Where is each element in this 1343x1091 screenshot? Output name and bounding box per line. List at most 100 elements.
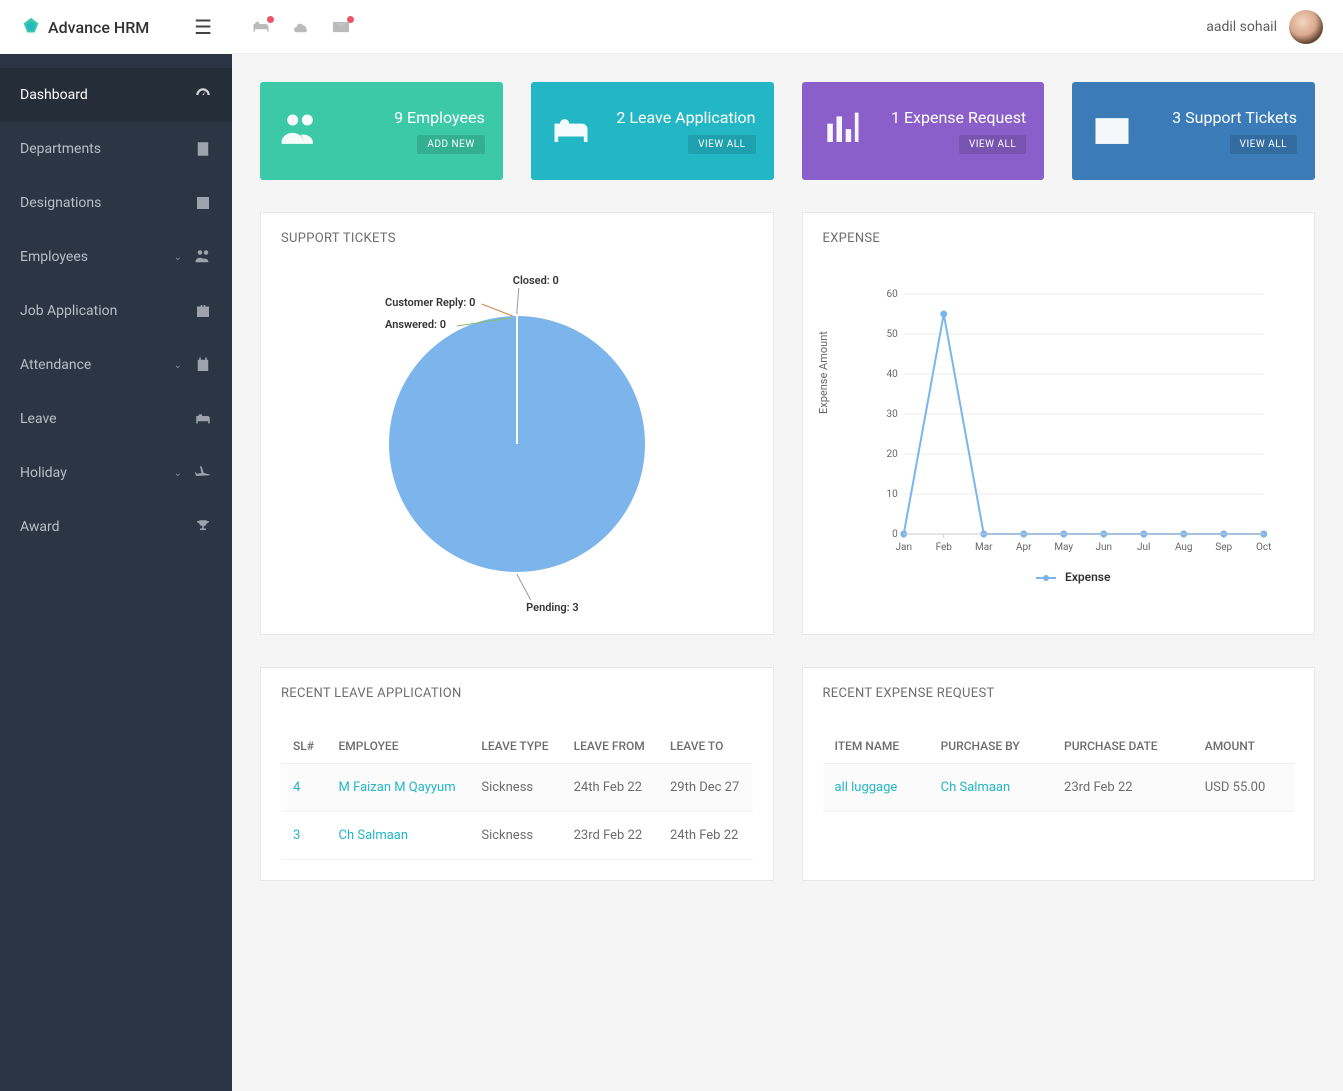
topbar-envelope-icon[interactable]	[332, 20, 350, 34]
avatar[interactable]	[1289, 10, 1323, 44]
svg-text:30: 30	[886, 409, 898, 420]
logo-section: Advance HRM ☰	[0, 0, 232, 54]
table-cell: 24th Feb 22	[658, 812, 753, 860]
stat-action-button[interactable]: VIEW ALL	[688, 135, 755, 154]
id-icon	[194, 194, 212, 212]
trophy-icon	[194, 518, 212, 536]
sidebar-item-label: Departments	[20, 141, 194, 157]
table-cell: 24th Feb 22	[562, 764, 658, 812]
chevron-down-icon: ⌄	[174, 252, 182, 263]
calendar-icon	[194, 356, 212, 374]
table-link[interactable]: all luggage	[835, 780, 898, 795]
recent-expense-panel: RECENT EXPENSE REQUEST ITEM NAMEPURCHASE…	[802, 667, 1316, 881]
table-header: AMOUNT	[1193, 729, 1294, 764]
table-header: LEAVE FROM	[562, 729, 658, 764]
sidebar-item-label: Holiday	[20, 465, 174, 481]
expense-line-chart: Expense Amount 0102030405060JanFebMarApr…	[823, 274, 1295, 614]
table-header: LEAVE TO	[658, 729, 753, 764]
panel-title: SUPPORT TICKETS	[261, 213, 773, 264]
pie-label-answered: Answered: 0	[385, 318, 446, 331]
sidebar-item-job-application[interactable]: Job Application	[0, 284, 232, 338]
sidebar-item-label: Leave	[20, 411, 194, 427]
stat-title: 3 Support Tickets	[1150, 108, 1297, 127]
table-cell: 23rd Feb 22	[562, 812, 658, 860]
users-icon	[194, 248, 212, 266]
plane-icon	[194, 464, 212, 482]
svg-text:50: 50	[886, 329, 898, 340]
table-cell: all luggage	[823, 764, 929, 812]
pie-label-customer-reply: Customer Reply: 0	[385, 296, 475, 309]
table-header: SL#	[281, 729, 327, 764]
recent-leave-panel: RECENT LEAVE APPLICATION SL#EMPLOYEELEAV…	[260, 667, 774, 881]
sidebar-item-label: Designations	[20, 195, 194, 211]
svg-text:Jun: Jun	[1095, 542, 1112, 553]
stat-action-button[interactable]: VIEW ALL	[959, 135, 1026, 154]
table-row: all luggage Ch Salmaan 23rd Feb 22USD 55.0…	[823, 764, 1295, 812]
brand-logo-icon	[20, 16, 42, 38]
table-cell: M Faizan M Qayyum	[327, 764, 470, 812]
sidebar-item-departments[interactable]: Departments	[0, 122, 232, 176]
pie-label-pending: Pending: 3	[526, 601, 579, 614]
svg-text:20: 20	[886, 449, 898, 460]
table-cell: 23rd Feb 22	[1052, 764, 1193, 812]
legend-marker-icon	[1036, 577, 1056, 579]
notification-dot	[347, 16, 354, 23]
table-header: PURCHASE DATE	[1052, 729, 1193, 764]
table-cell: 4	[281, 764, 327, 812]
sidebar-item-award[interactable]: Award	[0, 500, 232, 554]
dashboard-icon	[194, 86, 212, 104]
svg-text:Jul: Jul	[1137, 542, 1150, 553]
leave-table: SL#EMPLOYEELEAVE TYPELEAVE FROMLEAVE TO …	[281, 729, 753, 860]
building-icon	[194, 140, 212, 158]
sidebar-item-attendance[interactable]: Attendance⌄	[0, 338, 232, 392]
pie-label-closed: Closed: 0	[513, 274, 559, 287]
sidebar-item-dashboard[interactable]: Dashboard	[0, 68, 232, 122]
stat-action-button[interactable]: ADD NEW	[417, 135, 484, 154]
topbar-bed-icon[interactable]	[252, 20, 270, 34]
bed-icon	[194, 410, 212, 428]
table-header: PURCHASE BY	[929, 729, 1052, 764]
chart-y-axis-label: Expense Amount	[817, 331, 830, 414]
table-cell: Sickness	[469, 812, 561, 860]
stat-action-button[interactable]: VIEW ALL	[1230, 135, 1297, 154]
table-cell: Ch Salmaan	[929, 764, 1052, 812]
panel-title: EXPENSE	[803, 213, 1315, 264]
stat-card-support-tickets: 3 Support Tickets VIEW ALL	[1072, 82, 1315, 180]
sidebar-item-label: Dashboard	[20, 87, 194, 103]
table-link[interactable]: 4	[293, 780, 300, 795]
username-label[interactable]: aadil sohail	[1206, 19, 1277, 35]
sidebar-item-leave[interactable]: Leave	[0, 392, 232, 446]
svg-text:40: 40	[886, 369, 898, 380]
table-header: EMPLOYEE	[327, 729, 470, 764]
sidebar-item-employees[interactable]: Employees⌄	[0, 230, 232, 284]
table-link[interactable]: 3	[293, 828, 300, 843]
table-header: ITEM NAME	[823, 729, 929, 764]
sidebar-item-label: Employees	[20, 249, 174, 265]
table-link[interactable]: Ch Salmaan	[941, 780, 1011, 795]
sidebar-nav: Dashboard Departments Designations Employee…	[0, 54, 232, 554]
svg-text:Apr: Apr	[1015, 542, 1031, 553]
table-link[interactable]: M Faizan M Qayyum	[339, 780, 456, 795]
chart-legend: Expense	[863, 570, 1285, 584]
topbar-cloud-icon[interactable]	[292, 20, 310, 34]
panel-title: RECENT LEAVE APPLICATION	[261, 668, 773, 719]
sidebar-item-label: Award	[20, 519, 194, 535]
stat-card-leave-application: 2 Leave ApplicationVIEW ALL	[531, 82, 774, 180]
envelope-icon	[1090, 109, 1134, 153]
stat-title: 9 Employees	[338, 108, 485, 127]
sidebar-item-label: Attendance	[20, 357, 174, 373]
stat-card-employees: 9 Employees ADD NEW	[260, 82, 503, 180]
hamburger-icon[interactable]: ☰	[194, 15, 212, 39]
expense-panel: EXPENSE Expense Amount 0102030405060JanF…	[802, 212, 1316, 635]
table-link[interactable]: Ch Salmaan	[339, 828, 409, 843]
sidebar-item-designations[interactable]: Designations	[0, 176, 232, 230]
svg-text:10: 10	[886, 489, 898, 500]
legend-label: Expense	[1065, 570, 1110, 584]
table-cell: 29th Dec 27	[658, 764, 753, 812]
stat-card-expense-request: 1 Expense Request VIEW ALL	[802, 82, 1045, 180]
stat-title: 1 Expense Request	[880, 108, 1027, 127]
sidebar-item-holiday[interactable]: Holiday⌄	[0, 446, 232, 500]
table-cell: USD 55.00	[1193, 764, 1294, 812]
svg-text:Mar: Mar	[974, 542, 992, 553]
brand-logo[interactable]: Advance HRM	[20, 16, 149, 38]
